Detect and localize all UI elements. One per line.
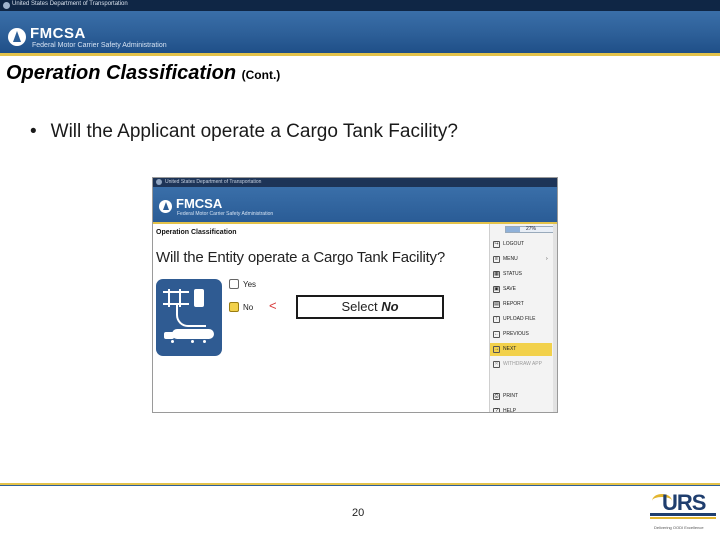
- bullet-icon: •: [30, 121, 37, 142]
- cargo-tank-facility-icon: [156, 279, 222, 356]
- app-sidebar: 27% ↪ LOGOUT ≡ MENU › ▦ STATUS ▣ SAVE ▤ REPORT ↑ UPL…: [489, 224, 557, 413]
- app-fmcsa-logo-icon: [159, 200, 172, 213]
- option-no-radio[interactable]: [229, 302, 239, 312]
- slide-top-bar: United States Department of Transportati…: [0, 0, 720, 11]
- app-brand-subtitle: Federal Motor Carrier Safety Administrat…: [177, 211, 274, 217]
- option-yes-label[interactable]: Yes: [243, 280, 256, 289]
- previous-icon: ←: [493, 331, 500, 338]
- sidebar-item-previous[interactable]: ← PREVIOUS: [490, 328, 552, 341]
- sidebar-item-withdraw-app: ✕ WITHDRAW APP: [490, 358, 552, 371]
- urs-logo: URS Delivering OODI Excellence: [650, 490, 716, 536]
- app-brand-bar: FMCSA Federal Motor Carrier Safety Admin…: [153, 187, 557, 222]
- sidebar-item-logout[interactable]: ↪ LOGOUT: [490, 238, 552, 251]
- footer-line: [0, 485, 720, 486]
- sidebar-item-label: UPLOAD FILE: [503, 316, 536, 322]
- sidebar-item-help[interactable]: ? HELP: [490, 405, 552, 413]
- help-icon: ?: [493, 408, 500, 412]
- fmcsa-logo-icon: [8, 28, 26, 46]
- app-top-bar: United States Department of Transportati…: [153, 178, 557, 187]
- report-icon: ▤: [493, 301, 500, 308]
- sidebar-item-print[interactable]: ⎙ PRINT: [490, 390, 552, 403]
- app-screenshot: United States Department of Transportati…: [152, 177, 558, 413]
- app-section-heading: Operation Classification: [156, 229, 237, 236]
- app-dot-seal-icon: [156, 179, 162, 185]
- app-brand-name: FMCSA: [176, 196, 223, 211]
- sidebar-item-label: HELP: [503, 408, 517, 413]
- sidebar-item-label: MENU: [503, 256, 518, 262]
- bullet-text: Will the Applicant operate a Cargo Tank …: [50, 121, 458, 142]
- brand-name: FMCSA: [30, 25, 86, 42]
- slide-title-suffix: (Cont.): [241, 68, 281, 82]
- app-question: Will the Entity operate a Cargo Tank Fac…: [156, 249, 445, 266]
- sidebar-item-label: WITHDRAW APP: [503, 361, 542, 367]
- instruction-callout: Select No: [296, 295, 444, 319]
- logout-icon: ↪: [493, 241, 500, 248]
- slide-title-text: Operation Classification: [6, 62, 237, 84]
- chevron-right-icon: ›: [546, 256, 548, 262]
- slide-title: Operation Classification (Cont.): [6, 62, 280, 85]
- sidebar-item-next[interactable]: → NEXT: [490, 343, 552, 356]
- print-icon: ⎙: [493, 393, 500, 400]
- sidebar-item-label: PRINT: [503, 393, 518, 399]
- sidebar-item-label: LOGOUT: [503, 241, 525, 247]
- bullet-point: • Will the Applicant operate a Cargo Tank…: [30, 121, 458, 143]
- header-divider: [0, 53, 720, 56]
- next-icon: →: [493, 346, 500, 353]
- sidebar-item-report[interactable]: ▤ REPORT: [490, 298, 552, 311]
- progress-label: 27%: [525, 226, 536, 232]
- menu-icon: ≡: [493, 256, 500, 263]
- option-yes-radio[interactable]: [229, 279, 239, 289]
- arrow-left-icon: <: [269, 298, 277, 313]
- page-number: 20: [352, 507, 365, 519]
- sidebar-item-status[interactable]: ▦ STATUS: [490, 268, 552, 281]
- sidebar-item-save[interactable]: ▣ SAVE: [490, 283, 552, 296]
- department-label: United States Department of Transportati…: [12, 1, 128, 7]
- slide-brand-bar: FMCSA Federal Motor Carrier Safety Admin…: [0, 11, 720, 53]
- sidebar-item-label: NEXT: [503, 346, 517, 352]
- option-no-label[interactable]: No: [243, 303, 253, 312]
- save-icon: ▣: [493, 286, 500, 293]
- dot-seal-icon: [3, 2, 10, 9]
- sidebar-item-label: PREVIOUS: [503, 331, 529, 337]
- upload-icon: ↑: [493, 316, 500, 323]
- callout-prefix: Select: [341, 299, 378, 314]
- sidebar-item-menu[interactable]: ≡ MENU ›: [490, 253, 552, 266]
- sidebar-item-upload-file[interactable]: ↑ UPLOAD FILE: [490, 313, 552, 326]
- status-icon: ▦: [493, 271, 500, 278]
- sidebar-item-label: SAVE: [503, 286, 516, 292]
- progress-bar: 27%: [505, 226, 557, 233]
- app-department-label: United States Department of Transportati…: [165, 179, 262, 185]
- app-scrollbar[interactable]: [553, 224, 557, 412]
- withdraw-icon: ✕: [493, 361, 500, 368]
- callout-value: No: [381, 299, 399, 314]
- brand-subtitle: Federal Motor Carrier Safety Administrat…: [32, 42, 167, 49]
- sidebar-item-label: STATUS: [503, 271, 522, 277]
- urs-tagline: Delivering OODI Excellence: [654, 525, 704, 530]
- sidebar-item-label: REPORT: [503, 301, 524, 307]
